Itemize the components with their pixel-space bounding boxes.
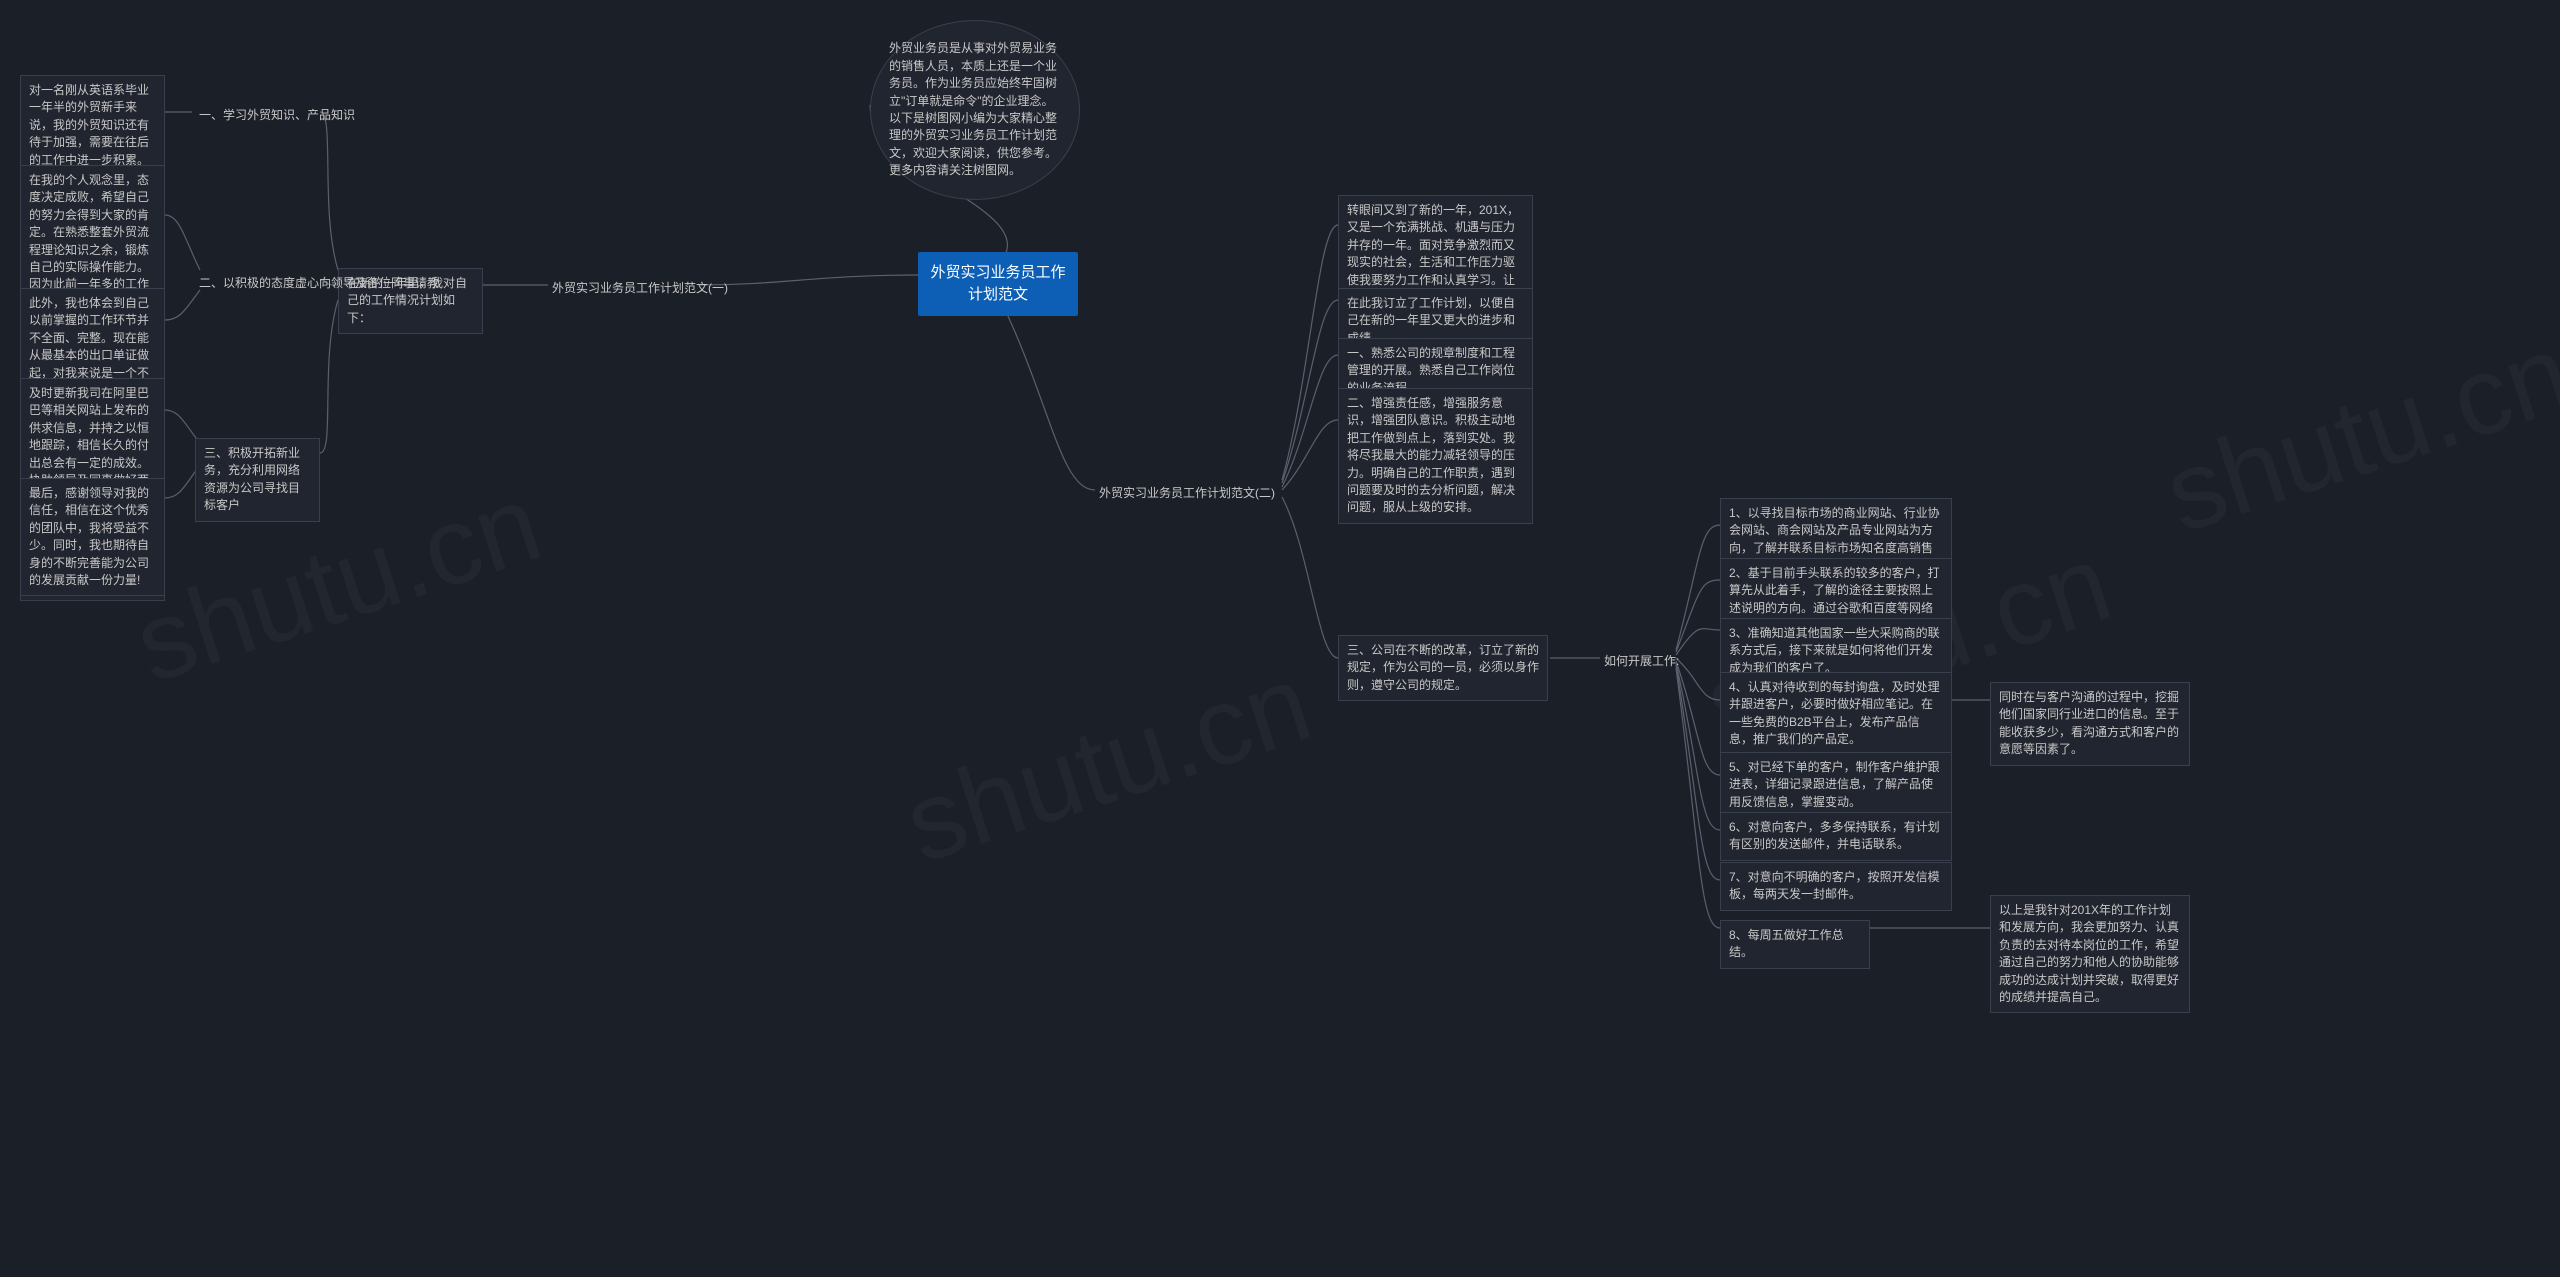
doc1-s2[interactable]: 二、以积极的态度虚心向领导及各位同事请教: [195, 273, 443, 294]
doc2-i8b[interactable]: 以上是我针对201X年的工作计划和发展方向，我会更加努力、认真负责的去对待本岗位…: [1990, 895, 2190, 1013]
doc2-i4b-text: 同时在与客户沟通的过程中，挖掘他们国家同行业进口的信息。至于能收获多少，看沟通方…: [1999, 690, 2179, 756]
doc2-p4-text: 二、增强责任感，增强服务意识，增强团队意识。积极主动地把工作做到点上，落到实处。…: [1347, 396, 1515, 514]
doc2-i4b[interactable]: 同时在与客户沟通的过程中，挖掘他们国家同行业进口的信息。至于能收获多少，看沟通方…: [1990, 682, 2190, 766]
doc1-s3-p2[interactable]: 最后，感谢领导对我的信任，相信在这个优秀的团队中，我将受益不少。同时，我也期待自…: [20, 478, 165, 596]
doc2-i6-text: 6、对意向客户，多多保持联系，有计划有区别的发送邮件，并电话联系。: [1729, 820, 1940, 851]
doc1-s3[interactable]: 三、积极开拓新业务，充分利用网络资源为公司寻找目标客户: [195, 438, 320, 522]
doc2-i5-text: 5、对已经下单的客户，制作客户维护跟进表，详细记录跟进信息，了解产品使用反馈信息…: [1729, 760, 1940, 809]
doc2-i8b-text: 以上是我针对201X年的工作计划和发展方向，我会更加努力、认真负责的去对待本岗位…: [1999, 903, 2179, 1004]
doc2-i6[interactable]: 6、对意向客户，多多保持联系，有计划有区别的发送邮件，并电话联系。: [1720, 812, 1952, 861]
doc2-i3-text: 3、准确知道其他国家一些大采购商的联系方式后，接下来就是如何将他们开发成为我们的…: [1729, 626, 1940, 675]
intro-text: 外贸业务员是从事对外贸易业务的销售人员，本质上还是一个业务员。作为业务员应始终牢…: [889, 40, 1061, 179]
doc2-i8[interactable]: 8、每周五做好工作总结。: [1720, 920, 1870, 969]
root-node[interactable]: 外贸实习业务员工作计划范文: [918, 252, 1078, 316]
root-text: 外贸实习业务员工作计划范文: [930, 264, 1065, 303]
intro-node[interactable]: 外贸业务员是从事对外贸易业务的销售人员，本质上还是一个业务员。作为业务员应始终牢…: [870, 20, 1080, 200]
doc2-i7[interactable]: 7、对意向不明确的客户，按照开发信模板，每两天发一封邮件。: [1720, 862, 1952, 911]
doc1-s1[interactable]: 一、学习外贸知识、产品知识: [195, 105, 359, 126]
doc2-title[interactable]: 外贸实习业务员工作计划范文(二): [1095, 483, 1279, 504]
doc2-how[interactable]: 如何开展工作:: [1600, 651, 1683, 672]
doc2-i4-text: 4、认真对待收到的每封询盘，及时处理并跟进客户，必要时做好相应笔记。在一些免费的…: [1729, 680, 1940, 746]
doc2-title-text: 外贸实习业务员工作计划范文(二): [1099, 486, 1275, 500]
doc1-title-text: 外贸实习业务员工作计划范文(一): [552, 281, 728, 295]
doc1-title[interactable]: 外贸实习业务员工作计划范文(一): [548, 278, 732, 299]
doc1-s1-text: 一、学习外贸知识、产品知识: [199, 108, 355, 122]
doc1-s2-text: 二、以积极的态度虚心向领导及各位同事请教: [199, 276, 439, 290]
doc2-i5[interactable]: 5、对已经下单的客户，制作客户维护跟进表，详细记录跟进信息，了解产品使用反馈信息…: [1720, 752, 1952, 818]
doc2-i4[interactable]: 4、认真对待收到的每封询盘，及时处理并跟进客户，必要时做好相应笔记。在一些免费的…: [1720, 672, 1952, 756]
doc2-how-text: 如何开展工作:: [1604, 654, 1679, 668]
doc1-s3-p2-text: 最后，感谢领导对我的信任，相信在这个优秀的团队中，我将受益不少。同时，我也期待自…: [29, 486, 149, 587]
doc2-s3[interactable]: 三、公司在不断的改革，订立了新的规定，作为公司的一员，必须以身作则，遵守公司的规…: [1338, 635, 1548, 701]
doc2-i7-text: 7、对意向不明确的客户，按照开发信模板，每两天发一封邮件。: [1729, 870, 1940, 901]
doc2-s3-text: 三、公司在不断的改革，订立了新的规定，作为公司的一员，必须以身作则，遵守公司的规…: [1347, 643, 1539, 692]
doc2-i8-text: 8、每周五做好工作总结。: [1729, 928, 1844, 959]
doc1-s3-text: 三、积极开拓新业务，充分利用网络资源为公司寻找目标客户: [204, 446, 300, 512]
doc2-p4[interactable]: 二、增强责任感，增强服务意识，增强团队意识。积极主动地把工作做到点上，落到实处。…: [1338, 388, 1533, 524]
